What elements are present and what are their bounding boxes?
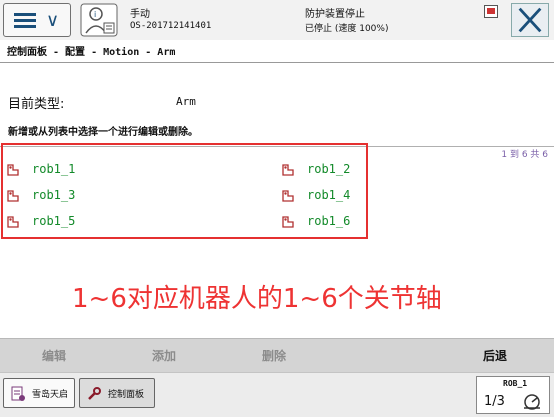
chevron-down-icon: ∨ (46, 10, 60, 31)
user-info-icon[interactable]: i (80, 3, 118, 37)
close-icon (518, 7, 542, 33)
annotation-text: 1~6对应机器人的1~6个关节轴 (72, 284, 442, 314)
operating-mode: 手动 (130, 9, 150, 20)
guard-status: 防护装置停止 (305, 9, 365, 20)
speed-gauge-icon (524, 394, 540, 410)
task-fraction: 1/3 (484, 394, 505, 409)
robot-name: ROB_1 (503, 379, 528, 388)
back-button[interactable]: 后退 (483, 347, 507, 364)
current-type-value: Arm (176, 95, 196, 108)
list-pager: 1 到 6 共 6 (501, 150, 548, 160)
current-type-label: 目前类型: (8, 97, 65, 112)
svg-text:i: i (94, 10, 96, 19)
edit-button[interactable]: 编辑 (42, 347, 66, 364)
menu-icon (14, 13, 36, 29)
task-program[interactable]: 雪岛天启 (3, 378, 75, 408)
task-control-panel[interactable]: 控制面板 (79, 378, 155, 408)
event-log-icon[interactable] (484, 5, 498, 18)
controller-id: OS-201712141401 (130, 21, 212, 31)
highlight-box (1, 143, 368, 239)
main-menu-button[interactable]: ∨ (3, 3, 71, 37)
run-state: 已停止 (速度 100%) (305, 24, 389, 34)
task-program-label: 雪岛天启 (32, 390, 69, 400)
wrench-icon (88, 387, 101, 400)
task-control-panel-label: 控制面板 (108, 390, 145, 400)
add-button[interactable]: 添加 (152, 347, 176, 364)
program-icon (11, 386, 25, 401)
close-button[interactable] (511, 3, 549, 37)
instruction-text: 新增或从列表中选择一个进行编辑或删除。 (8, 127, 198, 138)
delete-button[interactable]: 删除 (262, 347, 286, 364)
breadcrumb: 控制面板 - 配置 - Motion - Arm (7, 47, 176, 58)
